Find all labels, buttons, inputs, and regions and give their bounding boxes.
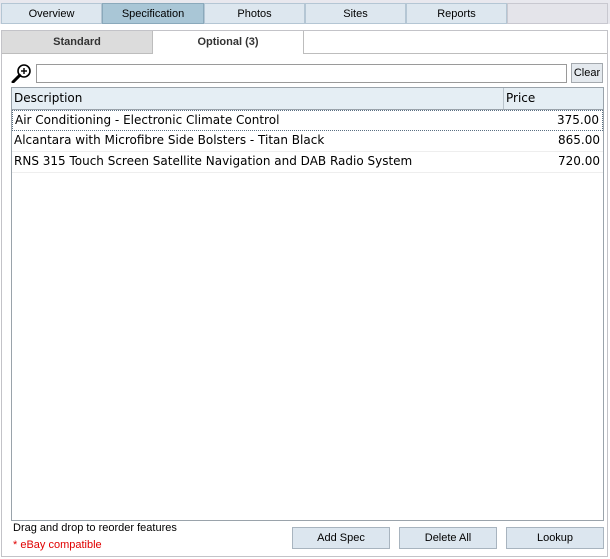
- ebay-compatible-note: * eBay compatible: [13, 539, 102, 551]
- add-spec-button[interactable]: Add Spec: [292, 527, 390, 549]
- subtab-divider: [303, 53, 607, 54]
- table-row[interactable]: Air Conditioning - Electronic Climate Co…: [12, 110, 603, 131]
- column-header-price[interactable]: Price: [506, 91, 535, 105]
- top-tab-bar: Overview Specification Photos Sites Repo…: [0, 0, 610, 24]
- tab-bar-filler: [507, 3, 608, 24]
- table-row[interactable]: Alcantara with Microfibre Side Bolsters …: [12, 131, 603, 152]
- lookup-button[interactable]: Lookup: [506, 527, 604, 549]
- column-resize-handle[interactable]: [503, 88, 504, 109]
- clear-button[interactable]: Clear: [571, 63, 603, 83]
- subtab-standard[interactable]: Standard: [2, 31, 153, 54]
- drag-hint-text: Drag and drop to reorder features: [13, 522, 177, 534]
- tab-photos[interactable]: Photos: [204, 3, 305, 24]
- tab-sites[interactable]: Sites: [305, 3, 406, 24]
- row-price: 720.00: [558, 154, 600, 168]
- row-price: 375.00: [557, 113, 599, 127]
- row-description: RNS 315 Touch Screen Satellite Navigatio…: [14, 154, 413, 168]
- features-table: Description Price Air Conditioning - Ele…: [11, 87, 604, 521]
- table-row[interactable]: RNS 315 Touch Screen Satellite Navigatio…: [12, 152, 603, 173]
- row-price: 865.00: [558, 133, 600, 147]
- tab-overview[interactable]: Overview: [1, 3, 102, 24]
- tab-reports[interactable]: Reports: [406, 3, 507, 24]
- search-input[interactable]: [36, 64, 567, 83]
- zoom-in-magnifier-icon[interactable]: [11, 63, 33, 84]
- row-description: Air Conditioning - Electronic Climate Co…: [15, 113, 280, 127]
- table-header: Description Price: [12, 88, 603, 110]
- row-description: Alcantara with Microfibre Side Bolsters …: [14, 133, 325, 147]
- delete-all-button[interactable]: Delete All: [399, 527, 497, 549]
- column-header-description[interactable]: Description: [14, 91, 82, 105]
- subtab-optional[interactable]: Optional (3): [153, 31, 304, 54]
- tab-specification[interactable]: Specification: [102, 3, 204, 24]
